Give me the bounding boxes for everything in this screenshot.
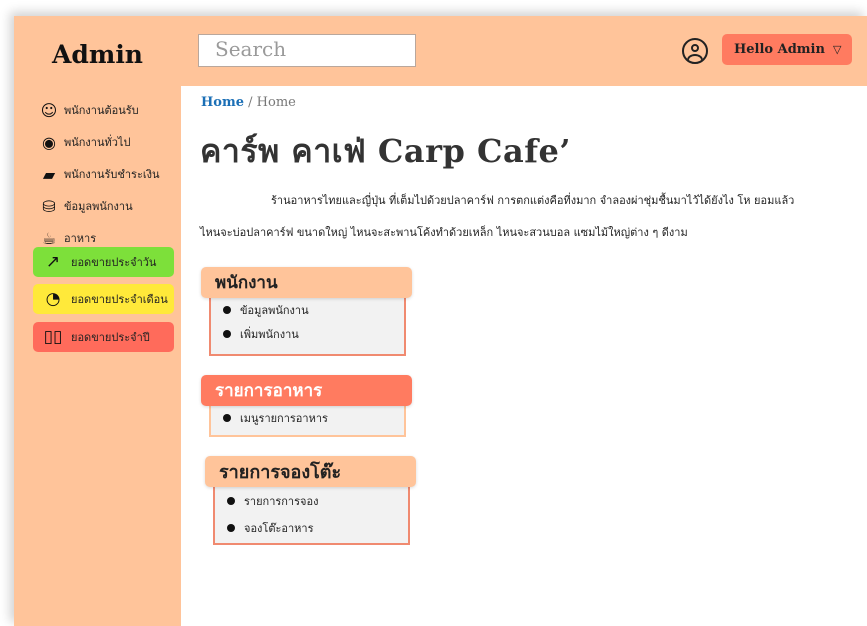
user-circle-icon: ◉ bbox=[42, 132, 56, 152]
bullet-icon bbox=[227, 524, 235, 532]
sales-yearly-button[interactable]: ▯▯ ยอดขายประจำปี bbox=[33, 322, 174, 352]
sidebar-item-label: พนักงานต้อนรับ bbox=[64, 104, 139, 117]
sales-daily-button[interactable]: ↗ ยอดขายประจำวัน bbox=[33, 247, 174, 277]
card-item-food-menu[interactable]: เมนูรายการอาหาร bbox=[223, 406, 404, 430]
sales-monthly-button[interactable]: ◔ ยอดขายประจำเดือน bbox=[33, 284, 174, 314]
card-item-reservation-list[interactable]: รายการการจอง bbox=[227, 489, 408, 513]
sidebar-item-label: อาหาร bbox=[64, 232, 97, 245]
card-item-label: รายการการจอง bbox=[244, 495, 319, 508]
app-logo: Admin bbox=[51, 40, 143, 69]
sidebar-item-label: พนักงานรับชำระเงิน bbox=[64, 168, 160, 181]
card-reservations-body: รายการการจอง จองโต๊ะอาหาร bbox=[213, 479, 410, 545]
book-icon: ▯▯ bbox=[43, 327, 63, 347]
user-profile-icon[interactable] bbox=[682, 38, 708, 64]
user-body-shape bbox=[687, 54, 703, 62]
database-icon: ⛁ bbox=[42, 196, 56, 216]
sales-monthly-label: ยอดขายประจำเดือน bbox=[71, 293, 168, 306]
card-food-header[interactable]: รายการอาหาร bbox=[201, 375, 412, 406]
sidebar-item-general-staff[interactable]: ◉ พนักงานทั่วไป bbox=[38, 126, 160, 158]
sidebar-item-label: ข้อมูลพนักงาน bbox=[64, 200, 133, 213]
bullet-icon bbox=[223, 330, 231, 338]
card-reservations-header[interactable]: รายการจองโต๊ะ bbox=[205, 456, 416, 487]
card-employees-header[interactable]: พนักงาน bbox=[201, 267, 412, 298]
wallet-icon: ▰ bbox=[42, 164, 56, 184]
breadcrumb-home-link[interactable]: Home bbox=[201, 95, 244, 110]
sidebar-nav: ☺ พนักงานต้อนรับ ◉ พนักงานทั่วไป ▰ พนักง… bbox=[38, 94, 160, 254]
card-item-book-table[interactable]: จองโต๊ะอาหาร bbox=[227, 516, 408, 540]
sidebar-item-receptionist[interactable]: ☺ พนักงานต้อนรับ bbox=[38, 94, 160, 126]
sales-daily-label: ยอดขายประจำวัน bbox=[71, 256, 157, 269]
bullet-icon bbox=[223, 414, 231, 422]
sales-yearly-label: ยอดขายประจำปี bbox=[71, 331, 150, 344]
user-head-shape bbox=[691, 44, 699, 52]
user-menu-button[interactable]: Hello Admin ▽ bbox=[722, 34, 852, 65]
mug-icon: ☕ bbox=[41, 228, 57, 248]
card-item-add-employee[interactable]: เพิ่มพนักงาน bbox=[223, 322, 404, 346]
user-greeting: Hello Admin bbox=[734, 42, 825, 57]
sidebar-item-employee-data[interactable]: ⛁ ข้อมูลพนักงาน bbox=[38, 190, 160, 222]
sidebar-item-label: พนักงานทั่วไป bbox=[64, 136, 131, 149]
card-item-label: เมนูรายการอาหาร bbox=[240, 412, 328, 425]
page-title: คาร์พ คาเฟ่ Carp Cafe’ bbox=[200, 132, 571, 170]
search-input[interactable]: Search bbox=[198, 34, 416, 67]
trend-up-icon: ↗ bbox=[45, 252, 61, 272]
pie-chart-icon: ◔ bbox=[45, 289, 61, 309]
breadcrumb-separator: / bbox=[248, 95, 253, 110]
bullet-icon bbox=[227, 497, 235, 505]
card-item-employee-data[interactable]: ข้อมูลพนักงาน bbox=[223, 298, 404, 322]
breadcrumb-current: Home bbox=[256, 95, 296, 110]
smiley-icon: ☺ bbox=[40, 100, 58, 120]
sidebar: Admin ☺ พนักงานต้อนรับ ◉ พนักงานทั่วไป ▰… bbox=[14, 16, 181, 626]
card-item-label: เพิ่มพนักงาน bbox=[240, 328, 299, 341]
bullet-icon bbox=[223, 306, 231, 314]
card-item-label: ข้อมูลพนักงาน bbox=[240, 304, 309, 317]
chevron-down-icon: ▽ bbox=[832, 43, 842, 56]
card-item-label: จองโต๊ะอาหาร bbox=[244, 522, 314, 535]
description-line-1: ร้านอาหารไทยและญี่ปุ่น ที่เต็มไปด้วยปลาค… bbox=[271, 194, 795, 207]
breadcrumb: Home / Home bbox=[201, 95, 296, 110]
description-line-2: ไหนจะบ่อปลาคาร์ฟ ขนาดใหญ่ ไหนจะสะพานโค้ง… bbox=[200, 226, 688, 239]
sidebar-item-cashier[interactable]: ▰ พนักงานรับชำระเงิน bbox=[38, 158, 160, 190]
